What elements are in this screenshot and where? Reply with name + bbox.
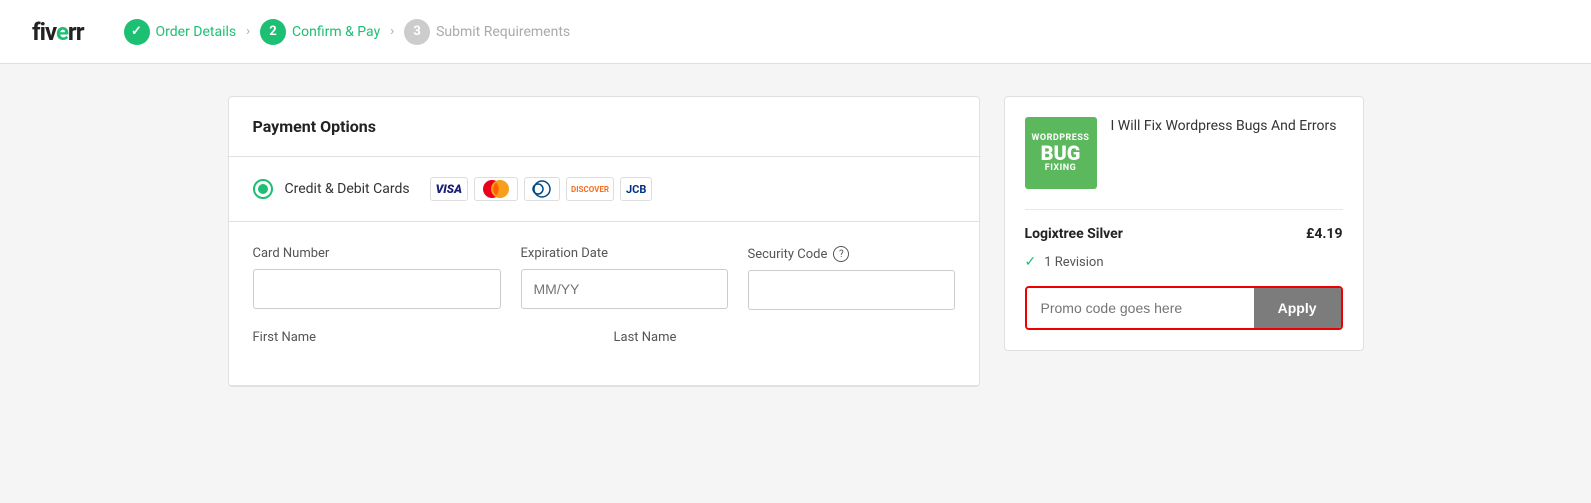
order-summary-panel: WORDPRESS BUG FIXING I Will Fix Wordpres… — [1004, 96, 1364, 387]
revision-label: 1 Revision — [1044, 255, 1103, 270]
security-code-label: Security Code ? — [748, 246, 955, 262]
step3-icon: 3 — [404, 19, 430, 45]
breadcrumb: ✓ Order Details › 2 Confirm & Pay › 3 Su… — [124, 19, 571, 45]
breadcrumb-step-1: ✓ Order Details — [124, 19, 237, 45]
last-name-label: Last Name — [614, 330, 955, 345]
step2-icon: 2 — [260, 19, 286, 45]
first-name-label: First Name — [253, 330, 594, 345]
package-name: Logixtree Silver — [1025, 226, 1123, 242]
expiration-input[interactable] — [521, 269, 728, 309]
promo-code-input[interactable] — [1027, 288, 1254, 328]
gig-title: I Will Fix Wordpress Bugs And Errors — [1111, 117, 1337, 137]
visa-icon: VISA — [430, 177, 468, 201]
radio-inner — [258, 184, 268, 194]
divider-1 — [1025, 209, 1343, 210]
mastercard-icon — [474, 177, 518, 201]
step1-label: Order Details — [156, 24, 237, 40]
breadcrumb-step-2: 2 Confirm & Pay — [260, 19, 380, 45]
form-row-2: First Name Last Name — [253, 330, 955, 345]
step2-label: Confirm & Pay — [292, 24, 380, 40]
chevron-icon-2: › — [390, 24, 394, 39]
card-number-group: Card Number — [253, 246, 501, 310]
order-top: WORDPRESS BUG FIXING I Will Fix Wordpres… — [1025, 117, 1343, 189]
card-number-input[interactable] — [253, 269, 501, 309]
jcb-icon: JCB — [620, 177, 652, 201]
radio-credit-card[interactable] — [253, 179, 273, 199]
revision-row: ✓ 1 Revision — [1025, 254, 1343, 270]
last-name-group: Last Name — [614, 330, 955, 345]
diners-icon — [524, 177, 560, 201]
breadcrumb-step-3: 3 Submit Requirements — [404, 19, 570, 45]
gig-thumbnail: WORDPRESS BUG FIXING — [1025, 117, 1097, 189]
order-card: WORDPRESS BUG FIXING I Will Fix Wordpres… — [1004, 96, 1364, 351]
credit-debit-label: Credit & Debit Cards — [285, 181, 410, 197]
thumbnail-line3: FIXING — [1045, 163, 1076, 173]
security-code-input[interactable] — [748, 270, 955, 310]
expiration-group: Expiration Date — [521, 246, 728, 310]
revision-check-icon: ✓ — [1025, 254, 1037, 270]
discover-icon: DISCOVER — [566, 177, 614, 201]
header: fiverr ✓ Order Details › 2 Confirm & Pay… — [0, 0, 1591, 64]
thumbnail-line2: BUG — [1041, 143, 1081, 163]
first-name-group: First Name — [253, 330, 594, 345]
step1-icon: ✓ — [124, 19, 150, 45]
promo-code-section: Apply — [1025, 286, 1343, 330]
card-number-label: Card Number — [253, 246, 501, 261]
credit-card-option[interactable]: Credit & Debit Cards VISA DISCOV — [229, 157, 979, 222]
package-row: Logixtree Silver £4.19 — [1025, 226, 1343, 242]
security-code-group: Security Code ? — [748, 246, 955, 310]
expiration-label: Expiration Date — [521, 246, 728, 261]
chevron-icon-1: › — [246, 24, 250, 39]
apply-button[interactable]: Apply — [1254, 288, 1341, 328]
package-price: £4.19 — [1306, 226, 1342, 242]
main-content: Payment Options Credit & Debit Cards VIS… — [196, 64, 1396, 419]
fiverr-logo: fiverr — [32, 18, 84, 46]
security-help-icon[interactable]: ? — [833, 246, 849, 262]
form-row-1: Card Number Expiration Date Security Cod… — [253, 246, 955, 310]
card-icons: VISA DISCOVER JCB — [430, 177, 653, 201]
payment-options-title: Payment Options — [229, 97, 979, 157]
payment-panel: Payment Options Credit & Debit Cards VIS… — [228, 96, 980, 387]
step3-label: Submit Requirements — [436, 24, 570, 40]
card-form-section: Card Number Expiration Date Security Cod… — [229, 222, 979, 386]
